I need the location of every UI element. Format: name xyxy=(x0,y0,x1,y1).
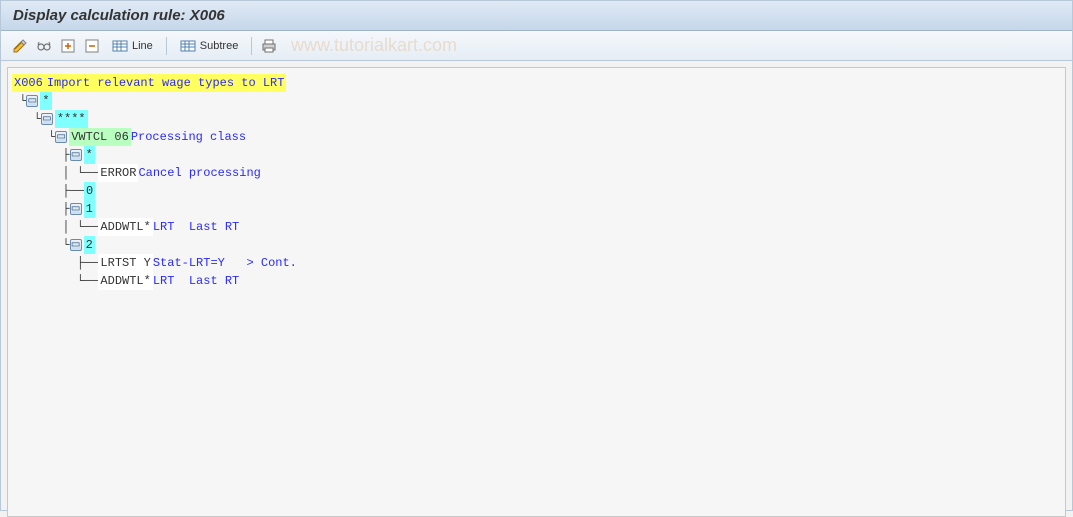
node-label: * xyxy=(40,92,51,110)
other-object-button[interactable] xyxy=(33,35,55,57)
operation-code: ADDWTL* xyxy=(98,272,152,290)
tree-row[interactable]: └▭ **** xyxy=(12,110,1061,128)
tree-content: X006 Import relevant wage types to LRT └… xyxy=(7,67,1066,517)
tree-row[interactable]: └▭ 2 xyxy=(12,236,1061,254)
node-label: 2 xyxy=(84,236,95,254)
glasses-icon xyxy=(36,38,52,54)
operation-code: VWTCL 06 xyxy=(69,128,131,146)
operation-text: Processing class xyxy=(131,128,246,146)
table-subtree-icon xyxy=(180,38,196,54)
collapse-toggle[interactable]: ▭ xyxy=(26,95,38,107)
collapse-icon xyxy=(84,38,100,54)
operation-code: ADDWTL* xyxy=(98,218,152,236)
tree-row[interactable]: ├▭ * xyxy=(12,146,1061,164)
operation-code: ERROR xyxy=(98,164,138,182)
tree-row[interactable]: └▭ * xyxy=(12,92,1061,110)
expand-all-button[interactable] xyxy=(57,35,79,57)
tree-root-row[interactable]: X006 Import relevant wage types to LRT xyxy=(12,74,1061,92)
collapse-toggle[interactable]: ▭ xyxy=(55,131,67,143)
collapse-toggle[interactable]: ▭ xyxy=(70,203,82,215)
page-title: Display calculation rule: X006 xyxy=(13,7,225,24)
node-label: **** xyxy=(55,110,88,128)
subtree-button[interactable]: Subtree xyxy=(173,35,246,57)
node-label: 0 xyxy=(84,182,95,200)
tree-row[interactable]: └──ADDWTL* LRT Last RT xyxy=(12,272,1061,290)
operation-text: Stat-LRT=Y > Cont. xyxy=(153,254,297,272)
toolbar-separator-2 xyxy=(251,37,252,55)
rule-code: X006 xyxy=(12,74,45,92)
tree-row[interactable]: │ └──ADDWTL* LRT Last RT xyxy=(12,218,1061,236)
table-line-icon xyxy=(112,38,128,54)
operation-text: LRT Last RT xyxy=(153,272,239,290)
tree-row[interactable]: ├▭ 1 xyxy=(12,200,1061,218)
watermark: www.tutorialkart.com xyxy=(291,35,457,56)
collapse-toggle[interactable]: ▭ xyxy=(70,149,82,161)
rule-title: Import relevant wage types to LRT xyxy=(45,74,287,92)
toolbar-separator xyxy=(166,37,167,55)
pencil-toggle-button[interactable] xyxy=(9,35,31,57)
operation-text: Cancel processing xyxy=(138,164,260,182)
line-button[interactable]: Line xyxy=(105,35,160,57)
operation-text: LRT Last RT xyxy=(153,218,239,236)
print-button[interactable] xyxy=(258,35,280,57)
line-label: Line xyxy=(132,40,153,52)
operation-code: LRTST Y xyxy=(98,254,152,272)
node-label: 1 xyxy=(84,200,95,218)
subtree-label: Subtree xyxy=(200,40,239,52)
tree-row[interactable]: ├──LRTST Y Stat-LRT=Y > Cont. xyxy=(12,254,1061,272)
node-label: * xyxy=(84,146,95,164)
pencil-icon xyxy=(12,38,28,54)
title-bar: Display calculation rule: X006 xyxy=(1,1,1072,31)
toolbar: Line Subtree www.tutorialkart.com xyxy=(1,31,1072,61)
tree-row[interactable]: └▭ VWTCL 06 Processing class xyxy=(12,128,1061,146)
collapse-all-button[interactable] xyxy=(81,35,103,57)
tree-row[interactable]: │ └──ERROR Cancel processing xyxy=(12,164,1061,182)
collapse-toggle[interactable]: ▭ xyxy=(41,113,53,125)
tree-row[interactable]: ├──0 xyxy=(12,182,1061,200)
expand-icon xyxy=(60,38,76,54)
printer-icon xyxy=(261,38,277,54)
collapse-toggle[interactable]: ▭ xyxy=(70,239,82,251)
